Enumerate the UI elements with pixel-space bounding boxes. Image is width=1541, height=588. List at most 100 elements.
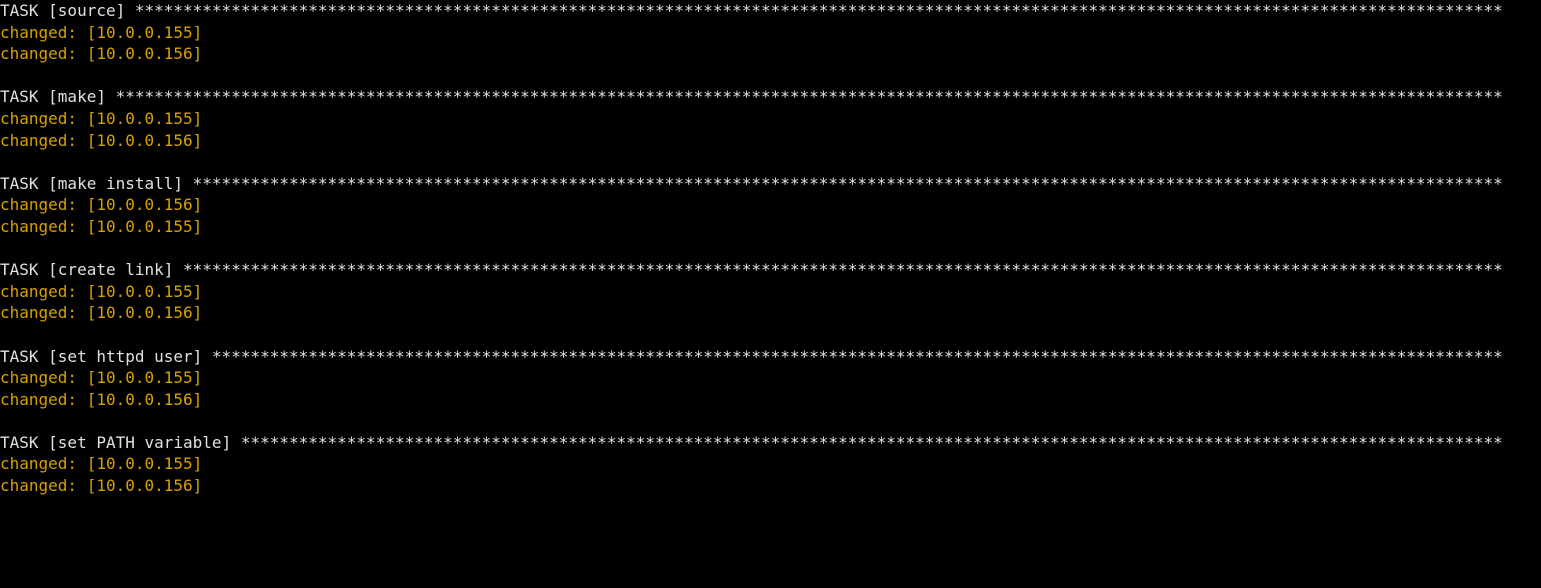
host-ip: 10.0.0.155: [96, 368, 192, 387]
host-ip: 10.0.0.155: [96, 454, 192, 473]
terminal-output: TASK [source] **************************…: [0, 0, 1541, 497]
blank-line: [0, 324, 1541, 346]
host-bracket-open: [: [87, 131, 97, 150]
host-bracket-close: ]: [193, 390, 203, 409]
changed-keyword: changed:: [0, 368, 77, 387]
changed-space: [77, 217, 87, 236]
changed-line: changed: [10.0.0.155]: [0, 108, 1541, 130]
changed-line: changed: [10.0.0.155]: [0, 281, 1541, 303]
task-bracket-open: [: [39, 347, 58, 366]
changed-space: [77, 390, 87, 409]
host-bracket-open: [: [87, 454, 97, 473]
host-bracket-open: [: [87, 217, 97, 236]
task-bracket-open: [: [39, 87, 58, 106]
changed-space: [77, 303, 87, 322]
host-ip: 10.0.0.156: [96, 44, 192, 63]
changed-space: [77, 23, 87, 42]
host-bracket-close: ]: [193, 282, 203, 301]
task-keyword: TASK: [0, 87, 39, 106]
changed-space: [77, 109, 87, 128]
changed-line: changed: [10.0.0.156]: [0, 194, 1541, 216]
host-bracket-close: ]: [193, 303, 203, 322]
changed-line: changed: [10.0.0.156]: [0, 130, 1541, 152]
task-separator-stars: ****************************************…: [212, 347, 1503, 366]
changed-line: changed: [10.0.0.156]: [0, 389, 1541, 411]
host-bracket-open: [: [87, 44, 97, 63]
blank-line: [0, 238, 1541, 260]
host-ip: 10.0.0.156: [96, 476, 192, 495]
host-bracket-close: ]: [193, 131, 203, 150]
host-bracket-close: ]: [193, 454, 203, 473]
host-ip: 10.0.0.156: [96, 131, 192, 150]
changed-keyword: changed:: [0, 195, 77, 214]
task-name: make: [58, 87, 97, 106]
host-ip: 10.0.0.155: [96, 23, 192, 42]
host-bracket-open: [: [87, 476, 97, 495]
changed-space: [77, 476, 87, 495]
host-bracket-open: [: [87, 390, 97, 409]
host-bracket-close: ]: [193, 109, 203, 128]
host-bracket-close: ]: [193, 368, 203, 387]
changed-line: changed: [10.0.0.155]: [0, 367, 1541, 389]
changed-space: [77, 195, 87, 214]
changed-space: [77, 131, 87, 150]
changed-space: [77, 368, 87, 387]
task-separator-stars: ****************************************…: [183, 260, 1503, 279]
task-header: TASK [create link] *********************…: [0, 259, 1541, 281]
changed-space: [77, 282, 87, 301]
changed-line: changed: [10.0.0.156]: [0, 302, 1541, 324]
task-separator-stars: ****************************************…: [241, 433, 1503, 452]
task-bracket-close: ]: [193, 347, 212, 366]
task-keyword: TASK: [0, 174, 39, 193]
host-bracket-close: ]: [193, 44, 203, 63]
host-bracket-close: ]: [193, 195, 203, 214]
host-bracket-close: ]: [193, 217, 203, 236]
host-ip: 10.0.0.155: [96, 217, 192, 236]
host-ip: 10.0.0.156: [96, 303, 192, 322]
task-name: create link: [58, 260, 164, 279]
changed-keyword: changed:: [0, 282, 77, 301]
task-bracket-close: ]: [116, 1, 135, 20]
task-separator-stars: ****************************************…: [116, 87, 1503, 106]
host-ip: 10.0.0.155: [96, 109, 192, 128]
changed-keyword: changed:: [0, 303, 77, 322]
changed-line: changed: [10.0.0.155]: [0, 216, 1541, 238]
task-bracket-close: ]: [173, 174, 192, 193]
task-bracket-close: ]: [164, 260, 183, 279]
task-header: TASK [source] **************************…: [0, 0, 1541, 22]
changed-keyword: changed:: [0, 23, 77, 42]
changed-line: changed: [10.0.0.155]: [0, 453, 1541, 475]
blank-line: [0, 151, 1541, 173]
task-header: TASK [make install] ********************…: [0, 173, 1541, 195]
task-name: source: [58, 1, 116, 20]
changed-keyword: changed:: [0, 109, 77, 128]
host-ip: 10.0.0.156: [96, 195, 192, 214]
task-keyword: TASK: [0, 433, 39, 452]
host-bracket-open: [: [87, 109, 97, 128]
task-name: make install: [58, 174, 174, 193]
host-ip: 10.0.0.156: [96, 390, 192, 409]
host-ip: 10.0.0.155: [96, 282, 192, 301]
changed-line: changed: [10.0.0.155]: [0, 22, 1541, 44]
task-separator-stars: ****************************************…: [135, 1, 1503, 20]
blank-line: [0, 410, 1541, 432]
task-bracket-open: [: [39, 174, 58, 193]
task-bracket-close: ]: [96, 87, 115, 106]
changed-keyword: changed:: [0, 390, 77, 409]
changed-keyword: changed:: [0, 131, 77, 150]
changed-line: changed: [10.0.0.156]: [0, 475, 1541, 497]
changed-keyword: changed:: [0, 217, 77, 236]
changed-keyword: changed:: [0, 44, 77, 63]
host-bracket-open: [: [87, 368, 97, 387]
task-separator-stars: ****************************************…: [193, 174, 1503, 193]
task-bracket-open: [: [39, 1, 58, 20]
changed-space: [77, 44, 87, 63]
task-header: TASK [set httpd user] ******************…: [0, 346, 1541, 368]
changed-line: changed: [10.0.0.156]: [0, 43, 1541, 65]
host-bracket-close: ]: [193, 23, 203, 42]
changed-keyword: changed:: [0, 476, 77, 495]
changed-space: [77, 454, 87, 473]
host-bracket-open: [: [87, 195, 97, 214]
host-bracket-open: [: [87, 23, 97, 42]
host-bracket-close: ]: [193, 476, 203, 495]
